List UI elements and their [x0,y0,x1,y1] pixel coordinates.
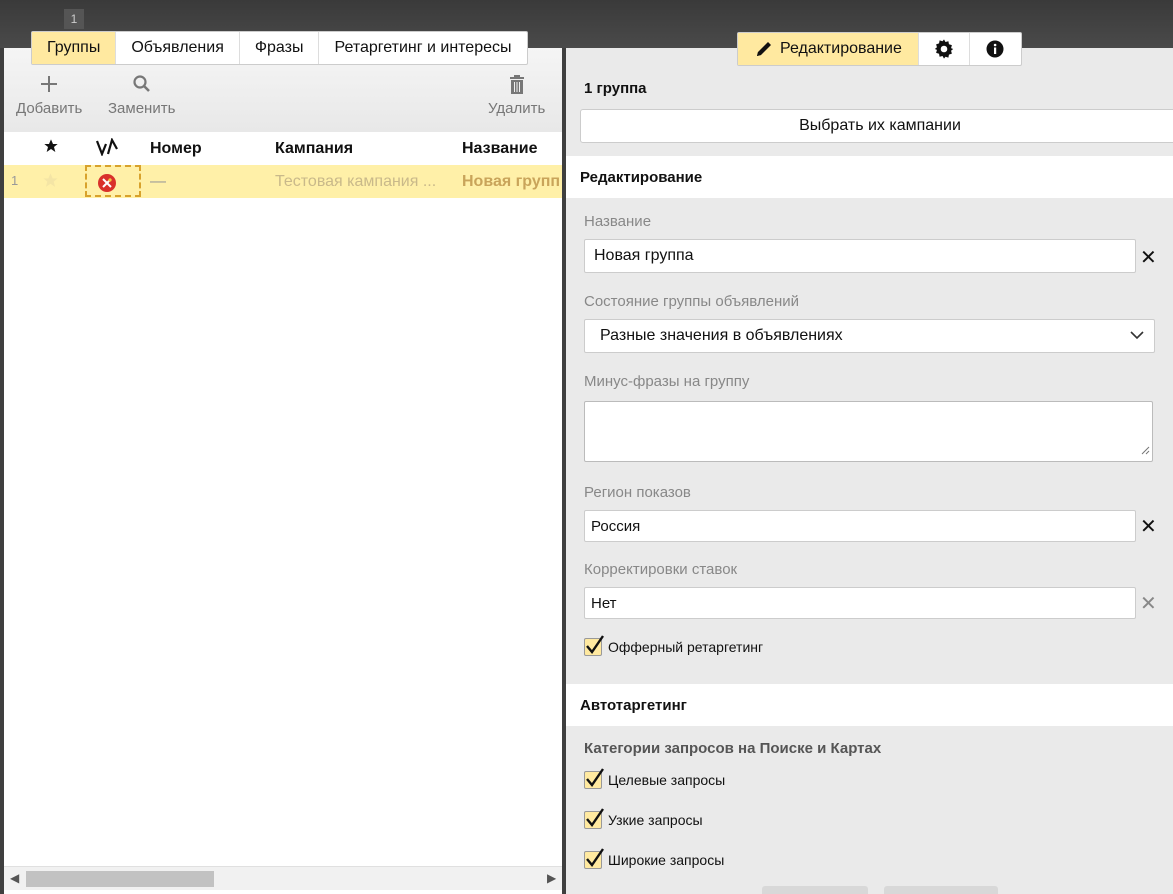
tab-retargeting[interactable]: Ретаргетинг и интересы [319,32,526,64]
replace-button[interactable]: Заменить [108,74,175,117]
checkmark-icon [586,848,604,867]
offer-retargeting-label: Офферный ретаргетинг [608,639,764,655]
add-label: Добавить [16,100,83,117]
offer-retargeting-checkbox[interactable]: Офферный ретаргетинг [584,635,764,656]
row-campaign: Тестовая кампания ... [275,173,437,190]
state-dropdown[interactable]: Разные значения в объявлениях [584,319,1155,353]
pencil-icon [754,39,774,59]
edit-panel: 1 группа Выбрать их кампании Редактирова… [566,48,1173,894]
horizontal-scrollbar[interactable]: ◀ ▶ [4,866,562,890]
tab-edit-label: Редактирование [780,40,902,57]
clear-bid-icon[interactable]: ✕ [1140,591,1157,616]
delete-button[interactable]: Удалить [488,74,545,117]
tab-info[interactable] [970,33,1021,65]
scroll-left-icon[interactable]: ◀ [10,871,19,885]
row-index: 1 [11,173,19,188]
checkbox[interactable] [584,635,604,656]
checkbox[interactable] [584,768,604,789]
column-number[interactable]: Номер [150,140,202,158]
delete-label: Удалить [488,100,546,117]
region-label: Регион показов [584,484,691,501]
name-value: Новая группа [594,247,694,264]
bid-adjustments-value: Нет [591,594,617,612]
narrow-queries-checkbox[interactable]: Узкие запросы [584,808,703,829]
checkmark-icon [586,808,604,827]
tab-edit[interactable]: Редактирование [738,33,919,65]
partial-button[interactable] [762,886,868,894]
partial-button[interactable] [884,886,998,894]
status-column-icon[interactable] [95,137,119,161]
name-label: Название [584,213,652,230]
tab-phrases[interactable]: Фразы [240,32,320,64]
search-icon [108,74,175,98]
column-name[interactable]: Название [462,140,538,158]
categories-label: Категории запросов на Поиске и Картах [584,740,882,757]
checkbox[interactable] [584,808,604,829]
gear-icon [933,38,955,60]
row-name: Новая групп [462,173,561,190]
replace-label: Заменить [108,100,176,117]
chevron-down-icon [1129,327,1145,345]
checkbox[interactable] [584,848,604,869]
tab-ads[interactable]: Объявления [116,32,240,64]
table-row[interactable]: 1 — Тестовая кампания ... Новая групп [4,165,562,198]
section-autotargeting-header: Автотаргетинг [566,684,1173,726]
column-campaign[interactable]: Кампания [275,140,353,158]
star-column-icon[interactable] [43,138,59,159]
tab-settings[interactable] [919,33,970,65]
minus-phrases-textarea[interactable] [584,401,1153,462]
region-field[interactable]: Россия [584,510,1136,542]
region-value: Россия [591,517,641,535]
window-badge: 1 [64,9,84,29]
broad-queries-label: Широкие запросы [608,852,725,868]
info-icon [986,40,1004,58]
status-cell[interactable] [85,165,141,197]
minus-phrases-label: Минус-фразы на группу [584,373,750,390]
narrow-queries-label: Узкие запросы [608,812,703,828]
error-status-icon [98,174,116,192]
target-queries-label: Целевые запросы [608,772,726,788]
grid-header: Номер Кампания Название [4,132,562,165]
entity-tabs: Группы Объявления Фразы Ретаргетинг и ин… [31,31,528,65]
trash-icon [488,74,545,98]
bid-adjustments-label: Корректировки ставок [584,561,738,578]
broad-queries-checkbox[interactable]: Широкие запросы [584,848,725,869]
clear-region-icon[interactable]: ✕ [1140,514,1157,539]
tab-groups[interactable]: Группы [32,32,117,64]
selection-count: 1 группа [584,80,647,97]
state-value: Разные значения в объявлениях [600,327,843,344]
bid-adjustments-field[interactable]: Нет [584,587,1136,619]
edit-panel-tabs: Редактирование [737,32,1022,66]
choose-campaigns-button[interactable]: Выбрать их кампании [580,109,1173,143]
clear-name-icon[interactable]: ✕ [1140,245,1157,270]
checkmark-icon [586,768,604,787]
checkmark-icon [586,635,604,654]
target-queries-checkbox[interactable]: Целевые запросы [584,768,726,789]
resize-handle-icon[interactable] [1140,442,1150,460]
name-field[interactable]: Новая группа [584,239,1136,273]
row-number: — [150,173,166,190]
groups-panel: Добавить Заменить Удалить Номер Кампания… [4,48,562,894]
plus-icon [16,74,82,98]
section-edit-header: Редактирование [566,156,1173,198]
state-label: Состояние группы объявлений [584,293,800,310]
scroll-thumb[interactable] [26,871,214,887]
favorite-star-icon[interactable] [42,172,59,194]
add-button[interactable]: Добавить [16,74,82,117]
scroll-right-icon[interactable]: ▶ [547,871,556,885]
